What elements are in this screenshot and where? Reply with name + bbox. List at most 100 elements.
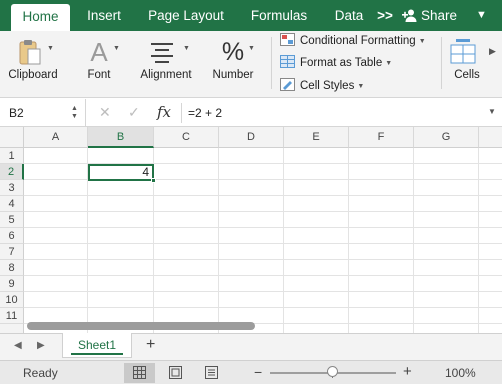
expand-formula-bar-icon[interactable]: ▼ (488, 107, 496, 116)
conditional-formatting-icon (280, 33, 295, 46)
row-header-3[interactable]: 3 (0, 180, 24, 196)
formula-input[interactable]: =2 + 2 (188, 106, 222, 120)
row-header-2[interactable]: 2 (0, 164, 24, 180)
normal-view-button[interactable] (124, 363, 155, 383)
column-header-a[interactable]: A (24, 127, 88, 148)
sheet-tab-sheet1[interactable]: Sheet1 (62, 333, 132, 358)
conditional-formatting-label: Conditional Formatting (300, 35, 416, 47)
format-as-table-button[interactable]: Format as Table ▼ (280, 54, 392, 72)
status-text: Ready (23, 366, 58, 380)
font-group[interactable]: A Font ▼ (70, 31, 128, 98)
format-as-table-label: Format as Table (300, 57, 383, 69)
cancel-icon[interactable]: ✕ (99, 104, 111, 121)
row-header-7[interactable]: 7 (0, 244, 24, 260)
zoom-slider-thumb[interactable] (327, 366, 338, 377)
name-box-stepper-icon[interactable]: ▲ ▼ (71, 105, 78, 121)
ribbon-divider (441, 37, 442, 89)
previous-sheet-icon[interactable]: ◀ (14, 340, 22, 351)
row-header-8[interactable]: 8 (0, 260, 24, 276)
formula-divider (181, 103, 182, 123)
tab-home[interactable]: Home (11, 4, 70, 31)
row-header-11[interactable]: 11 (0, 308, 24, 324)
page-break-view-button[interactable] (196, 363, 227, 383)
select-all-corner[interactable] (0, 127, 24, 148)
column-header-h[interactable] (479, 127, 502, 148)
gridline (348, 148, 349, 333)
alignment-label: Alignment (140, 69, 192, 81)
chevron-down-icon: ▼ (357, 83, 365, 90)
page-layout-view-icon (169, 366, 182, 379)
chevron-down-icon: ▼ (385, 60, 393, 67)
font-icon: A (70, 37, 128, 67)
number-glyph: % (221, 38, 245, 66)
chevron-down-icon: ▼ (113, 45, 120, 52)
zoom-percentage[interactable]: 100% (445, 366, 476, 380)
row-header-5[interactable]: 5 (0, 212, 24, 228)
clipboard-icon (4, 37, 62, 67)
cell-styles-label: Cell Styles (300, 80, 355, 92)
share-button[interactable]: Share (402, 0, 457, 31)
gridline (24, 275, 502, 276)
column-header-f[interactable]: F (349, 127, 414, 148)
enter-check-icon[interactable]: ✓ (128, 104, 140, 121)
chevron-down-icon: ▼ (183, 45, 190, 52)
status-bar: Ready − + 100% (0, 360, 502, 384)
row-header-9[interactable]: 9 (0, 276, 24, 292)
column-header-g[interactable]: G (414, 127, 479, 148)
number-label: Number (212, 69, 254, 81)
ribbon-divider (271, 37, 272, 89)
insert-function-icon[interactable]: fx (157, 103, 171, 121)
cell-b2[interactable]: 4 (88, 164, 154, 181)
horizontal-scrollbar[interactable] (27, 322, 255, 330)
conditional-formatting-button[interactable]: Conditional Formatting ▼ (280, 32, 426, 50)
fill-handle[interactable] (151, 178, 156, 183)
ribbon-scroll-right-icon[interactable]: ▶ (489, 31, 496, 98)
alignment-group[interactable]: Alignment ▼ (134, 31, 198, 98)
tab-data[interactable]: Data (333, 0, 365, 31)
column-header-b[interactable]: B (88, 127, 154, 148)
format-as-table-icon (280, 55, 295, 68)
gridline (24, 227, 502, 228)
share-label: Share (421, 8, 458, 23)
normal-view-icon (133, 366, 146, 379)
cell-styles-icon (280, 78, 295, 91)
next-sheet-icon[interactable]: ▶ (37, 340, 45, 351)
row-header-10[interactable]: 10 (0, 292, 24, 308)
gridline (283, 148, 284, 333)
sheet-tab-bar: ◀ ▶ Sheet1 + (0, 333, 502, 360)
number-group[interactable]: % Number ▼ (204, 31, 262, 98)
clipboard-label: Clipboard (8, 69, 58, 81)
row-header-6[interactable]: 6 (0, 228, 24, 244)
zoom-out-button[interactable]: − (254, 364, 262, 380)
gridline (24, 307, 502, 308)
page-layout-view-button[interactable] (160, 363, 191, 383)
tab-formulas[interactable]: Formulas (249, 0, 309, 31)
column-header-d[interactable]: D (219, 127, 284, 148)
align-center-icon (134, 37, 198, 67)
name-box[interactable]: B2 ▲ ▼ (0, 99, 86, 127)
chevron-down-icon: ▼ (418, 38, 426, 45)
more-tabs-button[interactable]: >> (376, 0, 394, 31)
row-header-12[interactable] (0, 324, 24, 333)
zoom-in-button[interactable]: + (403, 363, 412, 380)
row-header-4[interactable]: 4 (0, 196, 24, 212)
row-header-1[interactable]: 1 (0, 148, 24, 164)
cell-styles-button[interactable]: Cell Styles ▼ (280, 77, 364, 95)
formula-bar: B2 ▲ ▼ ✕ ✓ fx =2 + 2 ▼ (0, 99, 502, 127)
gridline (413, 148, 414, 333)
chevron-down-icon[interactable]: ▼ (476, 0, 487, 31)
spreadsheet-grid[interactable]: A B C D E F G 1 2 3 4 5 6 7 8 9 10 11 4 (0, 127, 502, 333)
tab-insert[interactable]: Insert (84, 0, 124, 31)
gridline (24, 211, 502, 212)
gridline (218, 148, 219, 333)
cells-icon (447, 37, 487, 67)
gridline (24, 291, 502, 292)
column-header-e[interactable]: E (284, 127, 349, 148)
tab-page-layout[interactable]: Page Layout (146, 0, 226, 31)
clipboard-group[interactable]: Clipboard ▼ (4, 31, 62, 98)
percent-icon: % (204, 37, 262, 67)
gridline (24, 243, 502, 244)
cells-group[interactable]: Cells (447, 31, 487, 98)
add-sheet-button[interactable]: + (146, 336, 155, 354)
column-header-c[interactable]: C (154, 127, 219, 148)
